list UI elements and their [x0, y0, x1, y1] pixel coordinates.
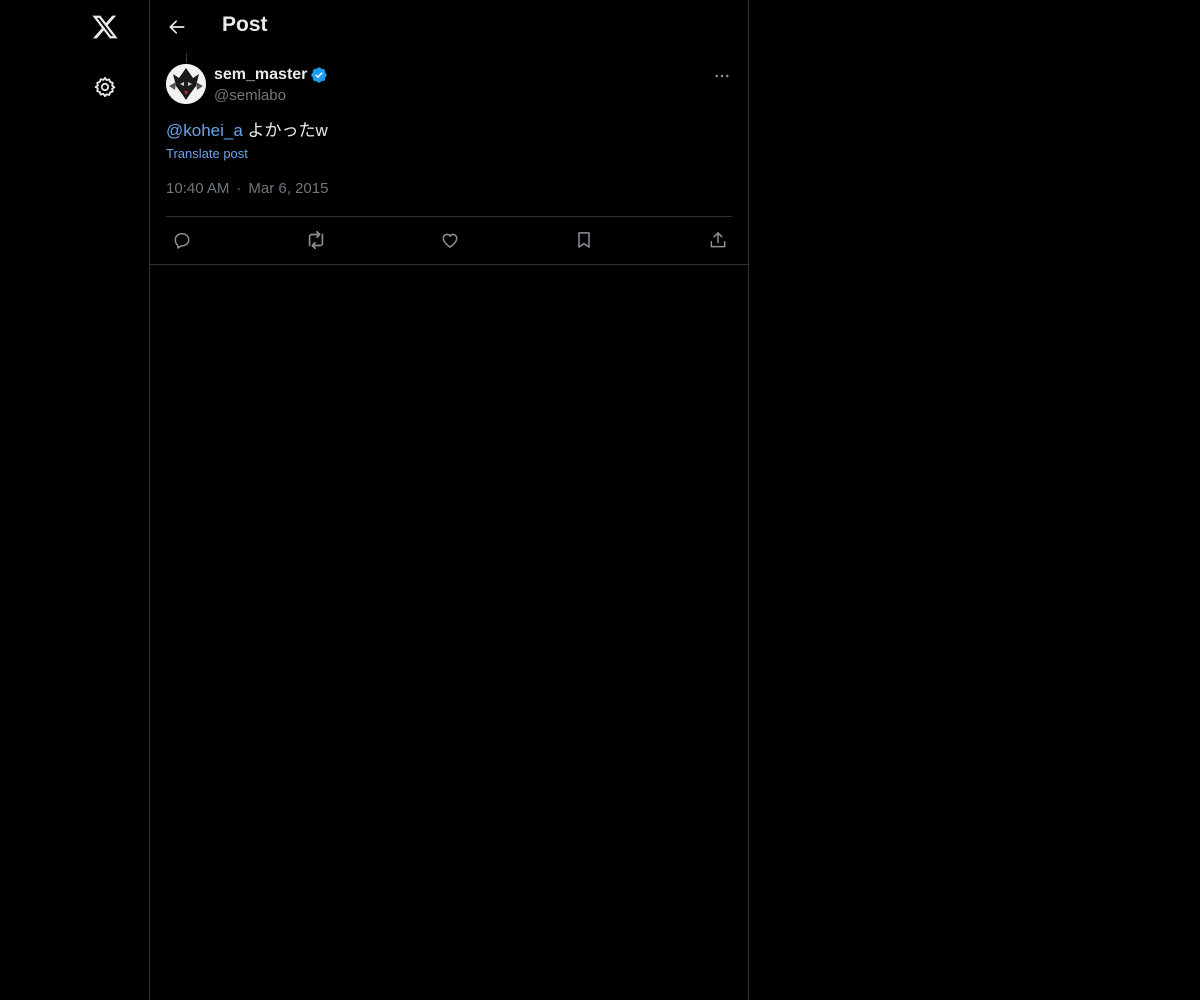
gear-icon [93, 75, 117, 99]
thread-connector-line [186, 53, 187, 63]
like-button[interactable] [438, 228, 462, 252]
reply-icon [172, 230, 192, 250]
main-column: Post sem_master @semlabo @kohei_a よかったw … [149, 0, 749, 1000]
author-name-row: sem_master [214, 64, 328, 86]
translate-post-link[interactable]: Translate post [166, 146, 248, 161]
post-body-text: よかったw [242, 121, 328, 140]
settings-button[interactable] [81, 63, 129, 111]
post-text: @kohei_a よかったw [166, 119, 328, 143]
left-nav [0, 0, 149, 1000]
mention-link[interactable]: @kohei_a [166, 121, 243, 140]
repost-icon [305, 229, 327, 251]
page-title: Post [222, 13, 268, 36]
post-time[interactable]: 10:40 AM [166, 180, 229, 197]
verified-badge-icon[interactable] [310, 66, 328, 84]
post-author: sem_master @semlabo [214, 64, 328, 106]
bookmark-button[interactable] [572, 228, 596, 252]
avatar[interactable] [166, 64, 206, 104]
reply-button[interactable] [170, 228, 194, 252]
x-logo-icon [91, 13, 119, 41]
bookmark-icon [574, 230, 594, 250]
meta-separator: · [236, 180, 242, 197]
back-button[interactable] [159, 9, 195, 45]
post-timestamp: 10:40 AM · Mar 6, 2015 [166, 180, 328, 197]
page-header: Post [150, 0, 748, 53]
x-logo-button[interactable] [81, 3, 129, 51]
divider [150, 264, 748, 265]
post-date[interactable]: Mar 6, 2015 [248, 180, 328, 197]
more-horizontal-icon [713, 67, 731, 85]
post-actions-bar [150, 217, 748, 264]
arrow-left-icon [167, 17, 187, 37]
heart-icon [440, 230, 460, 250]
author-display-name[interactable]: sem_master [214, 66, 307, 84]
app-root: Post sem_master @semlabo @kohei_a よかったw … [0, 0, 1200, 1000]
share-icon [708, 230, 728, 250]
share-button[interactable] [706, 228, 730, 252]
author-handle[interactable]: @semlabo [214, 86, 328, 106]
more-options-button[interactable] [710, 64, 734, 88]
repost-button[interactable] [304, 228, 328, 252]
